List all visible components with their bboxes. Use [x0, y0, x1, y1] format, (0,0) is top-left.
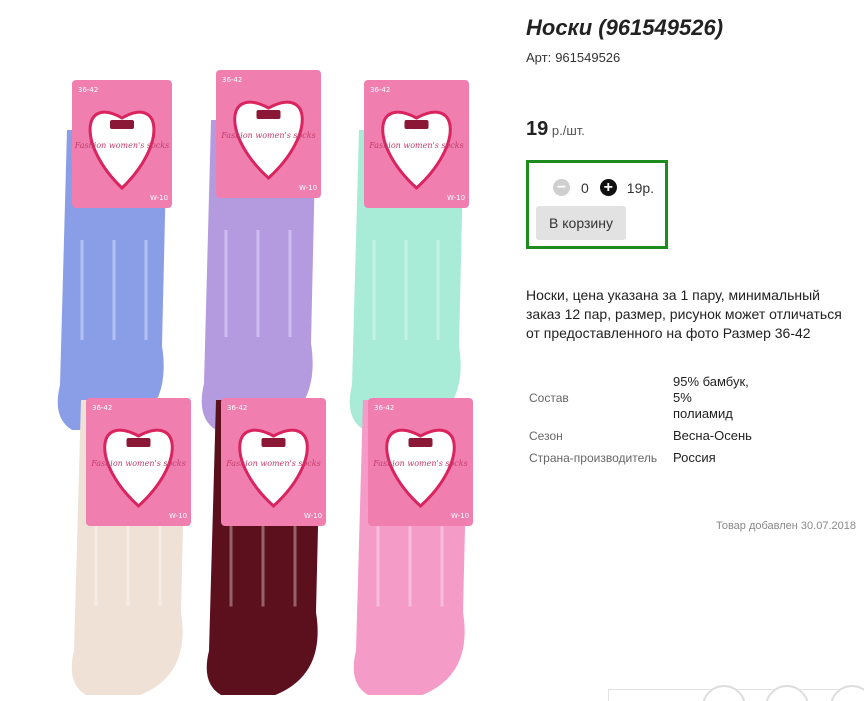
property-value: Весна-Осень: [673, 428, 752, 443]
property-name: Страна-производитель: [529, 451, 658, 465]
minus-icon[interactable]: −: [553, 179, 570, 196]
plus-icon[interactable]: +: [599, 179, 617, 196]
size-text: 36-42: [92, 404, 112, 412]
label-text: Fashion women's socks: [225, 459, 320, 468]
price: 19 р./шт.: [526, 118, 585, 141]
add-to-cart-box: − 0 + 19р. В корзину: [526, 160, 668, 249]
price-unit: р./шт.: [551, 123, 585, 138]
bow-icon: [408, 438, 433, 447]
size-text: 36-42: [222, 76, 242, 84]
code-text: W-10: [299, 184, 317, 192]
bow-icon: [261, 438, 286, 447]
label-text: Fashion women's socks: [368, 141, 463, 150]
code-text: W-10: [451, 512, 469, 520]
price-value: 19: [526, 118, 549, 140]
bow-icon: [110, 120, 134, 129]
socks-photo: Fashion women's socks 36-42 W-10 Fashion wo…: [57, 70, 473, 695]
property-value: Россия: [673, 450, 716, 465]
product-info: Носки (961549526) Арт: 961549526 19 р./шт…: [526, 14, 864, 465]
quantity-value[interactable]: 0: [581, 180, 589, 196]
added-date: Товар добавлен 30.07.2018: [715, 520, 856, 532]
product-title: Носки (961549526): [526, 15, 724, 40]
add-to-cart-button[interactable]: В корзину: [536, 206, 626, 240]
quantity-stepper: − 0 + 19р.: [553, 179, 654, 196]
product-image[interactable]: Fashion women's socks 36-42 W-10 Fashion wo…: [48, 70, 508, 695]
code-text: W-10: [304, 512, 322, 520]
size-text: 36-42: [370, 86, 390, 94]
properties-table: Состав 95% бамбук, 5% полиамид Сезон Вес…: [526, 374, 856, 472]
share-icon[interactable]: [830, 685, 864, 701]
bow-icon: [256, 110, 281, 119]
label-text: Fashion women's socks: [74, 141, 169, 150]
property-value: 95% бамбук, 5% полиамид: [673, 374, 749, 421]
label-text: Fashion women's socks: [372, 459, 467, 468]
code-text: W-10: [150, 194, 168, 202]
label-text: Fashion women's socks: [90, 459, 185, 468]
size-text: 36-42: [78, 86, 98, 94]
bow-icon: [126, 438, 151, 447]
property-name: Сезон: [529, 429, 563, 443]
code-text: W-10: [447, 194, 465, 202]
property-row: Сезон Весна-Осень: [526, 428, 856, 444]
line-total: 19р.: [626, 179, 655, 196]
property-row: Состав 95% бамбук, 5% полиамид: [526, 374, 856, 422]
article-line: Арт: 961549526: [526, 50, 864, 65]
label-text: Fashion women's socks: [220, 131, 315, 140]
article-label: Арт:: [526, 50, 552, 65]
size-text: 36-42: [374, 404, 394, 412]
heart-icon[interactable]: [702, 685, 746, 701]
close-icon[interactable]: [765, 685, 809, 701]
article-value: 961549526: [555, 50, 621, 65]
code-text: W-10: [169, 512, 187, 520]
property-row: Страна-производитель Россия: [526, 450, 856, 466]
bow-icon: [404, 120, 429, 129]
size-text: 36-42: [227, 404, 247, 412]
product-description: Носки, цена указана за 1 пару, минимальн…: [526, 287, 842, 341]
property-name: Состав: [529, 391, 569, 405]
